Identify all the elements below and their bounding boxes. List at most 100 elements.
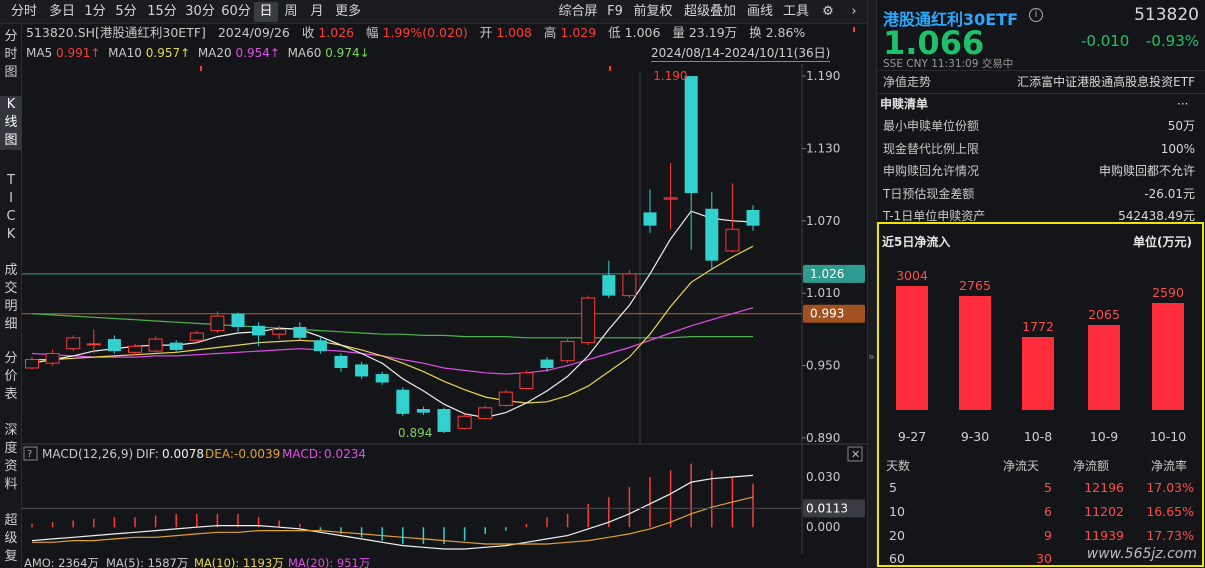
period-tab-7[interactable]: 日 [254,2,278,22]
high-annotation: 1.190 [653,69,687,83]
toolbar-item-1[interactable]: F9 [602,2,628,22]
left-tab-char: 表 [4,387,18,402]
sg-row: 申购赎回允许情况 申购赎回都不允许 [877,160,1205,182]
amo-ma10: MA(10): 1193万 [194,556,284,568]
flow-table-cell: 20 [889,528,905,543]
event-marker [609,66,611,71]
toolbar-item-5[interactable]: 工具 [778,2,814,22]
macd-tag-label: 0.0113 [806,501,848,515]
macd-help-glyph: ? [27,449,32,460]
candle-body [437,409,451,432]
flow-bar [959,295,991,410]
left-tab-3[interactable]: 成交明细 [0,262,22,334]
chart-toolbar: 分时 多日 1分 5分 15分 30分 60分日周月更多 综合屏 F9 前复权 超级叠加 画线 工具 ⚙ › [0,0,867,24]
candle-body [643,212,657,226]
flow-bar [1022,336,1054,410]
left-tab-char: 分 [4,29,18,44]
event-marker [853,27,855,32]
flow-table-cell: 9 [1044,528,1052,543]
left-tab-5[interactable]: 深度资料 [0,422,22,494]
period-tab-3[interactable]: 5分 [110,2,142,22]
period-tab-1[interactable]: 多日 [44,2,80,22]
period-tab-0[interactable]: 分时 [4,2,44,22]
candle-body [581,297,596,344]
candle-body [457,415,472,429]
sg-row: T日预估现金差额 -26.01元 [877,183,1205,205]
period-tab-10[interactable]: 更多 [330,2,366,22]
flow-table-cell: 11939 [1084,528,1124,543]
left-tab-0[interactable]: 分时图 [0,28,22,82]
chevron-right-icon[interactable]: › [845,2,863,22]
price-tick-label: 0.890 [806,431,840,445]
watermark: www.565jz.com [1086,546,1197,562]
left-tab-char: 复 [4,549,18,564]
dea-label: DEA: [205,447,234,461]
info-icon[interactable]: i [1029,8,1043,22]
flow-table-cell: 17.03% [1146,480,1194,495]
price-tick-label: 1.070 [806,214,840,228]
candle-body [622,273,637,297]
sg-row-key: 最小申赎单位份额 [883,119,980,133]
period-tab-9[interactable]: 月 [304,2,330,22]
flow-table-cell: 12196 [1084,480,1124,495]
period-tab-5[interactable]: 30分 [182,2,218,22]
left-tab-char: 资 [4,459,18,474]
period-tab-8[interactable]: 周 [278,2,304,22]
flow-bar-date: 10-9 [1089,429,1119,444]
candle-body [416,409,430,413]
flow-bar-date: 9-27 [897,429,927,444]
flow-title: 近5日净流入 [882,235,951,249]
gear-icon[interactable]: ⚙ [818,2,838,22]
candle-body [231,313,245,327]
left-tab-6[interactable]: 超级复 [0,512,22,566]
more-icon[interactable]: ··· [1177,93,1188,115]
macd-tick-label: 0.030 [806,470,840,484]
toolbar-item-4[interactable]: 画线 [742,2,778,22]
period-tab-2[interactable]: 1分 [80,2,110,22]
sg-row-key: 申购赎回允许情况 [883,164,980,178]
sg-row-value: 50万 [1167,119,1195,133]
toolbar-item-0[interactable]: 综合屏 [554,2,602,22]
candle-body [375,374,389,383]
left-tab-char: 细 [4,317,18,332]
period-tab-6[interactable]: 60分 [218,2,254,22]
left-tab-1[interactable]: K线图 [0,96,22,150]
flow-table-cell: 5 [889,480,897,495]
price-tick-label: 1.130 [806,141,840,155]
left-tab-char: 分 [4,351,18,366]
fund-code: 513820 [1134,5,1199,25]
left-tab-4[interactable]: 分价表 [0,350,22,404]
flow-table-header: 净流额 [1073,459,1110,473]
left-tab-2[interactable]: TICK [0,172,22,244]
kline-chart[interactable]: 1.190 1.130 1.070 1.010 0.950 0.890 1.026 0.993… [22,24,867,568]
left-tab-char: 深 [4,423,18,438]
ma20-line [31,307,754,375]
nav-label: 净值走势 [883,75,932,89]
macd-label: MACD(12,26,9) [42,447,133,461]
flow-bar-value: 2065 [1088,306,1120,322]
panel-divider[interactable] [867,0,877,568]
candle-body [746,209,760,226]
nav-row[interactable]: 净值走势 汇添富中证港股通高股息投资ETF [877,71,1205,93]
dea-line [32,496,754,545]
period-tab-4[interactable]: 15分 [142,2,182,22]
candle-body [540,359,554,368]
candle-body [725,228,740,252]
toolbar-item-3[interactable]: 超级叠加 [678,2,742,22]
candle-body [86,343,101,346]
flow-table-header: 净流天 [1003,459,1040,473]
left-tab-char: T [7,173,15,188]
candle-body [519,372,534,390]
left-tab-char: 价 [4,369,18,384]
flow-bar-date: 10-10 [1149,429,1187,444]
sg-row-key: T日预估现金差额 [883,186,975,201]
collapse-arrow-icon[interactable]: » [868,350,875,363]
sg-row: 最小申赎单位份额 50万 [877,115,1205,137]
flow-bar-value: 2765 [959,277,991,293]
toolbar-item-2[interactable]: 前复权 [628,2,678,22]
left-tab-char: 时 [4,47,18,62]
flow-bar [1152,303,1184,410]
left-tab-char: 超 [4,513,18,528]
price-tick-label: 1.010 [806,286,840,300]
flow-table-header: 净流率 [1151,459,1188,473]
